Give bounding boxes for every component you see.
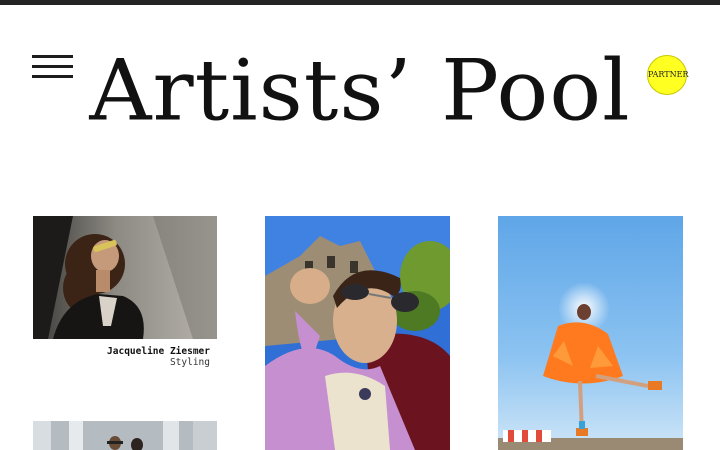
artist-card-2[interactable] (265, 216, 450, 450)
top-bar (0, 0, 720, 5)
artist-photo (33, 216, 217, 339)
partner-badge[interactable]: PARTNER (647, 55, 689, 95)
artist-photo (33, 421, 217, 450)
artist-card-3[interactable] (498, 216, 683, 450)
artist-card-jacqueline-ziesmer[interactable] (33, 216, 217, 339)
artist-photo (498, 216, 683, 450)
site-logo[interactable]: Artists’ Pool (0, 49, 720, 133)
artist-role: Styling (169, 357, 210, 368)
artist-name[interactable]: Jacqueline Ziesmer (33, 346, 210, 357)
artist-photo (265, 216, 450, 450)
artist-card-4[interactable] (33, 421, 217, 450)
